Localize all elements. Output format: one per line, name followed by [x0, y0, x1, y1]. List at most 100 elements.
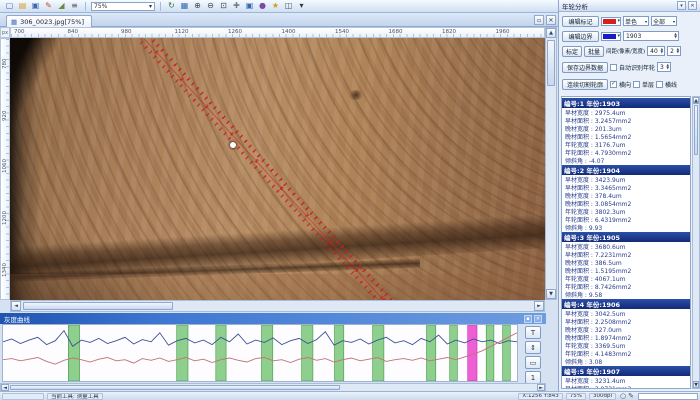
- threshold-tool-button[interactable]: T: [525, 326, 541, 339]
- list-scroll-thumb[interactable]: [694, 105, 698, 155]
- ruler-icon[interactable]: ◫: [283, 1, 294, 12]
- auto-detect-checkbox[interactable]: 自动识别年轮: [610, 63, 655, 72]
- ruler-unit-label: px: [0, 27, 10, 38]
- crosshair-icon[interactable]: ✚: [231, 1, 242, 12]
- ring-boundary-bar[interactable]: [68, 325, 79, 381]
- close-doc-icon[interactable]: ✕: [546, 15, 556, 25]
- ring-list-scrollbar[interactable]: ▲ ▼: [692, 96, 700, 389]
- zoom-out-icon[interactable]: ⊖: [205, 1, 216, 12]
- save-boundary-button[interactable]: 保存边界数据: [562, 62, 608, 73]
- horizontal-scroll-thumb[interactable]: [23, 302, 173, 310]
- zoom-combobox[interactable]: 75% ▾: [91, 2, 155, 11]
- magnifier-icon[interactable]: ○: [620, 392, 626, 400]
- ring-boundary-bar[interactable]: [302, 325, 313, 381]
- ring-entry-header[interactable]: 编号:5 年份:1907: [562, 366, 690, 376]
- scroll-left-icon[interactable]: ◄: [11, 301, 21, 311]
- ring-entry-row[interactable]: 倾斜角 : -4.07: [562, 156, 690, 164]
- vertical-scroll-thumb[interactable]: [547, 40, 555, 86]
- spinner-arrows-icon[interactable]: ▲▼: [673, 33, 678, 40]
- mark-color-picker[interactable]: ▾: [601, 17, 621, 26]
- window-icon[interactable]: ▣: [244, 1, 255, 12]
- ring-entry-row[interactable]: 倾斜角 : 9.93: [562, 223, 690, 231]
- spinner-arrows-icon[interactable]: ▲▼: [675, 48, 680, 55]
- scroll-right-icon[interactable]: ►: [534, 301, 544, 311]
- pin-panel-icon[interactable]: ▪: [524, 315, 532, 323]
- fit-window-icon[interactable]: ⊡: [218, 1, 229, 12]
- ring-boundary-bar[interactable]: [503, 325, 511, 381]
- spinner-arrows-icon[interactable]: ▲▼: [659, 48, 664, 55]
- select-region-button[interactable]: ▭: [525, 356, 541, 369]
- single-layer-checkbox[interactable]: 单层: [633, 80, 654, 89]
- pencil-icon[interactable]: ✎: [628, 392, 634, 400]
- ring-entry-header[interactable]: 编号:3 年份:1905: [562, 232, 690, 242]
- ring-entry-header[interactable]: 编号:2 年份:1904: [562, 165, 690, 175]
- ring-boundary-bar[interactable]: [486, 325, 494, 381]
- edit-mark-button[interactable]: 编辑标记: [562, 16, 599, 27]
- cross-line-checkbox[interactable]: 横线: [656, 80, 677, 89]
- scroll-left-icon[interactable]: ◄: [1, 384, 9, 391]
- scroll-up-icon[interactable]: ▲: [693, 97, 699, 104]
- app-window: ▢▤▣✎◢≡ 75% ▾ ↻▦⊕⊖⊡✚▣●★◫▾ ▦ 306_0023.jpg[…: [0, 0, 700, 400]
- more-dropdown-icon[interactable]: ▾: [296, 1, 307, 12]
- ruler-label: 1120: [175, 29, 189, 35]
- refresh-icon[interactable]: ↻: [166, 1, 177, 12]
- star-icon[interactable]: ★: [270, 1, 281, 12]
- scroll-down-icon[interactable]: ▼: [693, 381, 699, 388]
- ring-boundary-bar[interactable]: [262, 325, 273, 381]
- document-tab[interactable]: ▦ 306_0023.jpg[75%]: [6, 15, 92, 27]
- tag-icon[interactable]: ≡: [69, 1, 80, 12]
- save-icon[interactable]: ▣: [30, 1, 41, 12]
- zoom-in-icon[interactable]: ⊕: [192, 1, 203, 12]
- wood-sample-image[interactable]: 12345678910: [10, 38, 545, 300]
- style-select[interactable]: 单色▾: [623, 16, 649, 26]
- ring-entry-row[interactable]: 早材面积 : 3.0731mm2: [562, 384, 690, 389]
- spacing-spinner-1[interactable]: 40 ▲▼: [647, 46, 665, 56]
- scroll-right-icon[interactable]: ►: [537, 384, 545, 391]
- gray-curve-chart[interactable]: [2, 324, 518, 382]
- ring-boundary-bar[interactable]: [450, 325, 458, 381]
- restore-doc-icon[interactable]: ▫: [534, 15, 544, 25]
- calibrate-button[interactable]: 标定: [562, 46, 582, 57]
- ring-entry-header[interactable]: 编号:1 年份:1903: [562, 98, 690, 108]
- scan-edge-shadow: [10, 38, 80, 148]
- ring-record-list[interactable]: 编号:1 年份:1903早材宽度 : 2975.4um早材面积 : 3.2457…: [561, 96, 691, 389]
- edit-icon[interactable]: ✎: [43, 1, 54, 12]
- boundary-color-picker[interactable]: ▾: [601, 32, 621, 41]
- edit-boundary-button[interactable]: 编辑边界: [562, 31, 599, 42]
- new-icon[interactable]: ▢: [4, 1, 15, 12]
- spacing-spinner-2[interactable]: 2 ▲▼: [667, 46, 681, 56]
- start-year-spinner[interactable]: 1903 ▲▼: [623, 31, 679, 41]
- open-icon[interactable]: ▤: [17, 1, 28, 12]
- analysis-panel-titlebar: 年轮分析 ▾✕: [559, 0, 700, 12]
- ring-boundary-bar[interactable]: [216, 325, 226, 381]
- horizontal-checkbox[interactable]: ✓ 横向: [610, 80, 631, 89]
- close-panel-icon[interactable]: ✕: [688, 1, 697, 10]
- auto-detect-spinner[interactable]: 3 ▲▼: [657, 62, 671, 72]
- ring-entry-row[interactable]: 倾斜角 : 9.58: [562, 290, 690, 298]
- grid-icon[interactable]: ▦: [179, 1, 190, 12]
- scroll-up-icon[interactable]: ▲: [546, 28, 556, 38]
- ring-boundary-bar[interactable]: [177, 325, 188, 381]
- ring-boundary-bar[interactable]: [335, 325, 344, 381]
- panel-menu-icon[interactable]: ▾: [677, 1, 686, 10]
- contour-button[interactable]: 连续切割轮廓: [562, 79, 608, 90]
- scroll-down-icon[interactable]: ▼: [546, 289, 556, 299]
- ring-boundary-bar[interactable]: [427, 325, 436, 381]
- image-vertical-scrollbar[interactable]: ▲ ▼: [545, 27, 557, 300]
- curve-panel-title: 灰度曲线: [4, 314, 30, 324]
- spinner-arrows-icon[interactable]: ▲▼: [665, 64, 670, 71]
- checkbox-icon: [610, 64, 617, 71]
- ring-entry-row[interactable]: 倾斜角 : 3.08: [562, 357, 690, 365]
- batch-button[interactable]: 批量: [584, 46, 604, 57]
- measure-icon[interactable]: ◢: [56, 1, 67, 12]
- curve-scroll-thumb[interactable]: [10, 385, 340, 390]
- scope-select[interactable]: 全部▾: [651, 16, 677, 26]
- status-search-input[interactable]: [638, 393, 698, 400]
- ring-boundary-bar[interactable]: [373, 325, 384, 381]
- close-panel-icon[interactable]: ✕: [534, 315, 542, 323]
- move-boundary-button[interactable]: ⇕: [525, 341, 541, 354]
- probe-point-marker[interactable]: [230, 142, 236, 148]
- ring-entry-header[interactable]: 编号:4 年份:1906: [562, 299, 690, 309]
- image-horizontal-scrollbar[interactable]: ◄ ►: [10, 300, 545, 312]
- settings-icon[interactable]: ●: [257, 1, 268, 12]
